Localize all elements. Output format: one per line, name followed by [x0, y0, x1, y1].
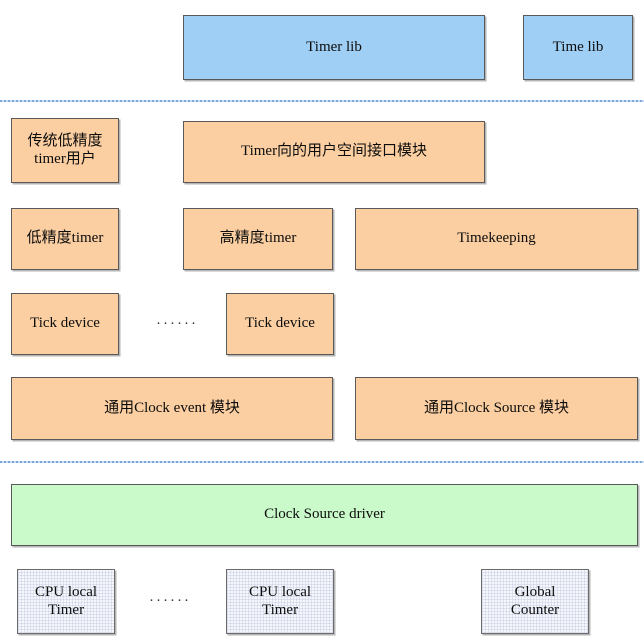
box-generic-clock-event-module[interactable]: 通用Clock event 模块: [11, 377, 333, 440]
box-timer-lib-label: Timer lib: [306, 38, 362, 55]
box-generic-clock-event-module-label: 通用Clock event 模块: [104, 399, 240, 416]
box-cpu-local-timer-1[interactable]: CPU local Timer: [17, 569, 115, 634]
diagram-canvas: Timer lib Time lib 传统低精度 timer用户 Timer向的…: [0, 0, 644, 643]
box-timekeeping[interactable]: Timekeeping: [355, 208, 638, 270]
box-low-res-timer[interactable]: 低精度timer: [11, 208, 119, 270]
box-global-counter[interactable]: Global Counter: [481, 569, 589, 634]
box-high-res-timer[interactable]: 高精度timer: [183, 208, 333, 270]
box-clock-source-driver-label: Clock Source driver: [264, 506, 385, 523]
box-global-counter-line1: Global: [514, 583, 556, 600]
box-time-lib[interactable]: Time lib: [523, 15, 633, 80]
box-timer-user-space-interface-module-label: Timer向的用户空间接口模块: [240, 143, 428, 160]
box-cpu-local-timer-n[interactable]: CPU local Timer: [226, 569, 334, 634]
box-timer-lib[interactable]: Timer lib: [183, 15, 485, 80]
box-cpu-local-timer-n-label: CPU local Timer: [245, 584, 315, 619]
box-legacy-low-res-timer-user[interactable]: 传统低精度 timer用户: [11, 118, 119, 183]
box-generic-clock-source-module[interactable]: 通用Clock Source 模块: [355, 377, 638, 440]
box-global-counter-line2: Counter: [510, 601, 560, 618]
box-cpu-local-timer-n-line2: Timer: [261, 601, 299, 618]
ellipsis-tick-devices: ······: [156, 315, 198, 332]
box-global-counter-label: Global Counter: [507, 584, 563, 619]
box-cpu-local-timer-1-line2: Timer: [47, 601, 85, 618]
box-legacy-low-res-timer-user-line1: 传统低精度: [27, 132, 103, 149]
divider-kernel-hardware: [0, 461, 644, 463]
box-timer-user-space-interface-module[interactable]: Timer向的用户空间接口模块: [183, 121, 485, 183]
box-legacy-low-res-timer-user-line2: timer用户: [34, 150, 96, 167]
ellipsis-cpu-local-timers: ······: [149, 593, 191, 609]
box-tick-device-1[interactable]: Tick device: [11, 293, 119, 355]
box-legacy-low-res-timer-user-label: 传统低精度 timer用户: [23, 133, 106, 168]
box-cpu-local-timer-n-line1: CPU local: [248, 583, 312, 600]
box-tick-device-n-label: Tick device: [245, 315, 315, 332]
box-high-res-timer-label: 高精度timer: [219, 230, 297, 247]
divider-user-kernel: [0, 100, 644, 102]
box-low-res-timer-label: 低精度timer: [26, 230, 104, 247]
box-time-lib-label: Time lib: [552, 38, 604, 55]
box-timekeeping-label: Timekeeping: [457, 230, 536, 247]
box-generic-clock-source-module-label: 通用Clock Source 模块: [424, 399, 569, 416]
box-clock-source-driver[interactable]: Clock Source driver: [11, 484, 638, 546]
box-cpu-local-timer-1-line1: CPU local: [34, 583, 98, 600]
box-cpu-local-timer-1-label: CPU local Timer: [31, 584, 101, 619]
box-tick-device-1-label: Tick device: [30, 315, 100, 332]
box-tick-device-n[interactable]: Tick device: [226, 293, 334, 355]
